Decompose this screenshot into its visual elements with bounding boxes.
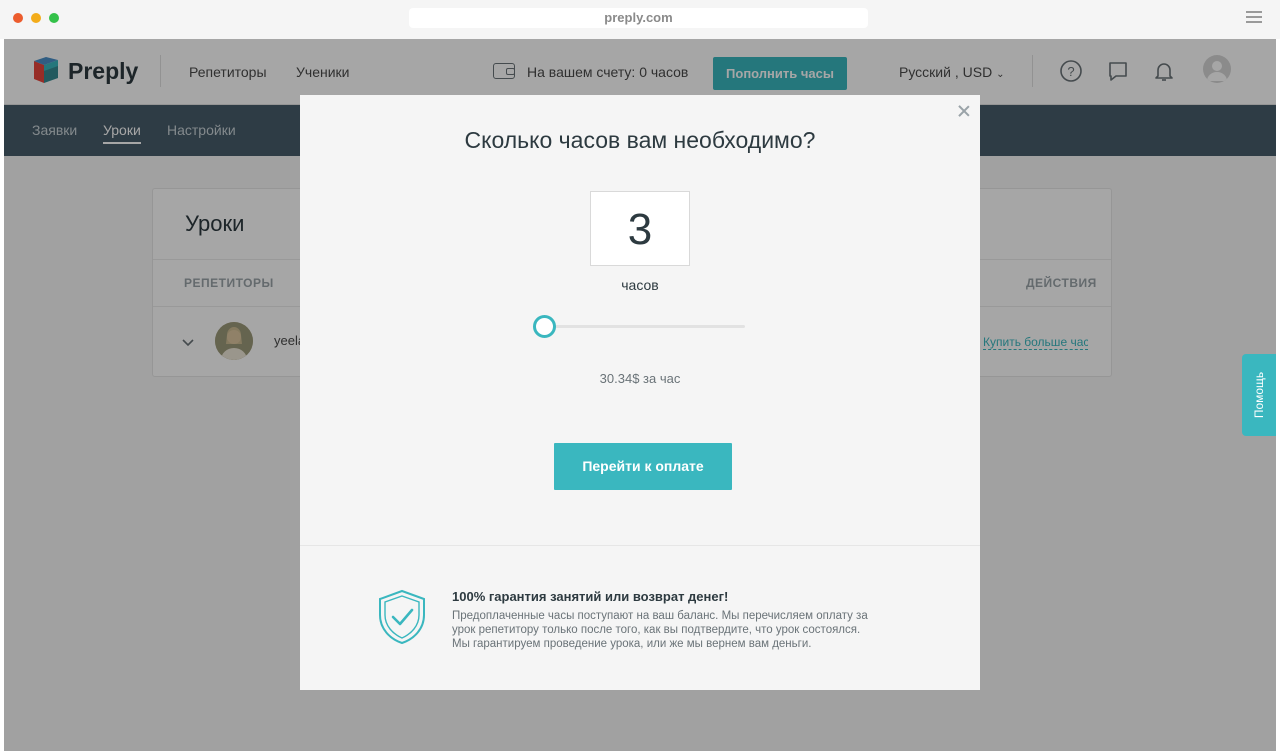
help-side-tab[interactable]: Помощь [1242,354,1276,436]
hours-value-display: 3 [590,191,690,266]
hours-unit-label: часов [621,277,659,293]
minimize-window-button[interactable] [31,13,41,23]
hours-slider-track[interactable] [544,325,745,328]
shield-check-icon [379,589,425,645]
proceed-to-payment-button[interactable]: Перейти к оплате [554,443,732,490]
close-icon[interactable] [957,104,971,118]
modal-title: Сколько часов вам необходимо? [464,127,816,153]
price-per-hour: 30.34$ за час [599,371,681,386]
maximize-window-button[interactable] [49,13,59,23]
url-bar[interactable]: preply.com [409,8,868,28]
guarantee-text: Предоплаченные часы поступают на ваш бал… [452,609,912,651]
guarantee-text-line: Мы гарантируем проведение урока, или же … [452,638,812,650]
guarantee-title: 100% гарантия занятий или возврат денег! [452,589,729,604]
guarantee-text-line: Предоплаченные часы поступают на ваш бал… [452,610,868,622]
help-side-tab-label: Помощь [1252,371,1266,419]
browser-chrome: preply.com [0,0,1280,39]
hours-slider-handle[interactable] [533,315,556,338]
buy-hours-modal: Сколько часов вам необходимо? 3 часов 30… [300,95,980,690]
menu-icon[interactable] [1246,11,1262,23]
guarantee-text-line: урок репетитору только после того, как в… [452,624,861,636]
divider [300,545,980,546]
close-window-button[interactable] [13,13,23,23]
